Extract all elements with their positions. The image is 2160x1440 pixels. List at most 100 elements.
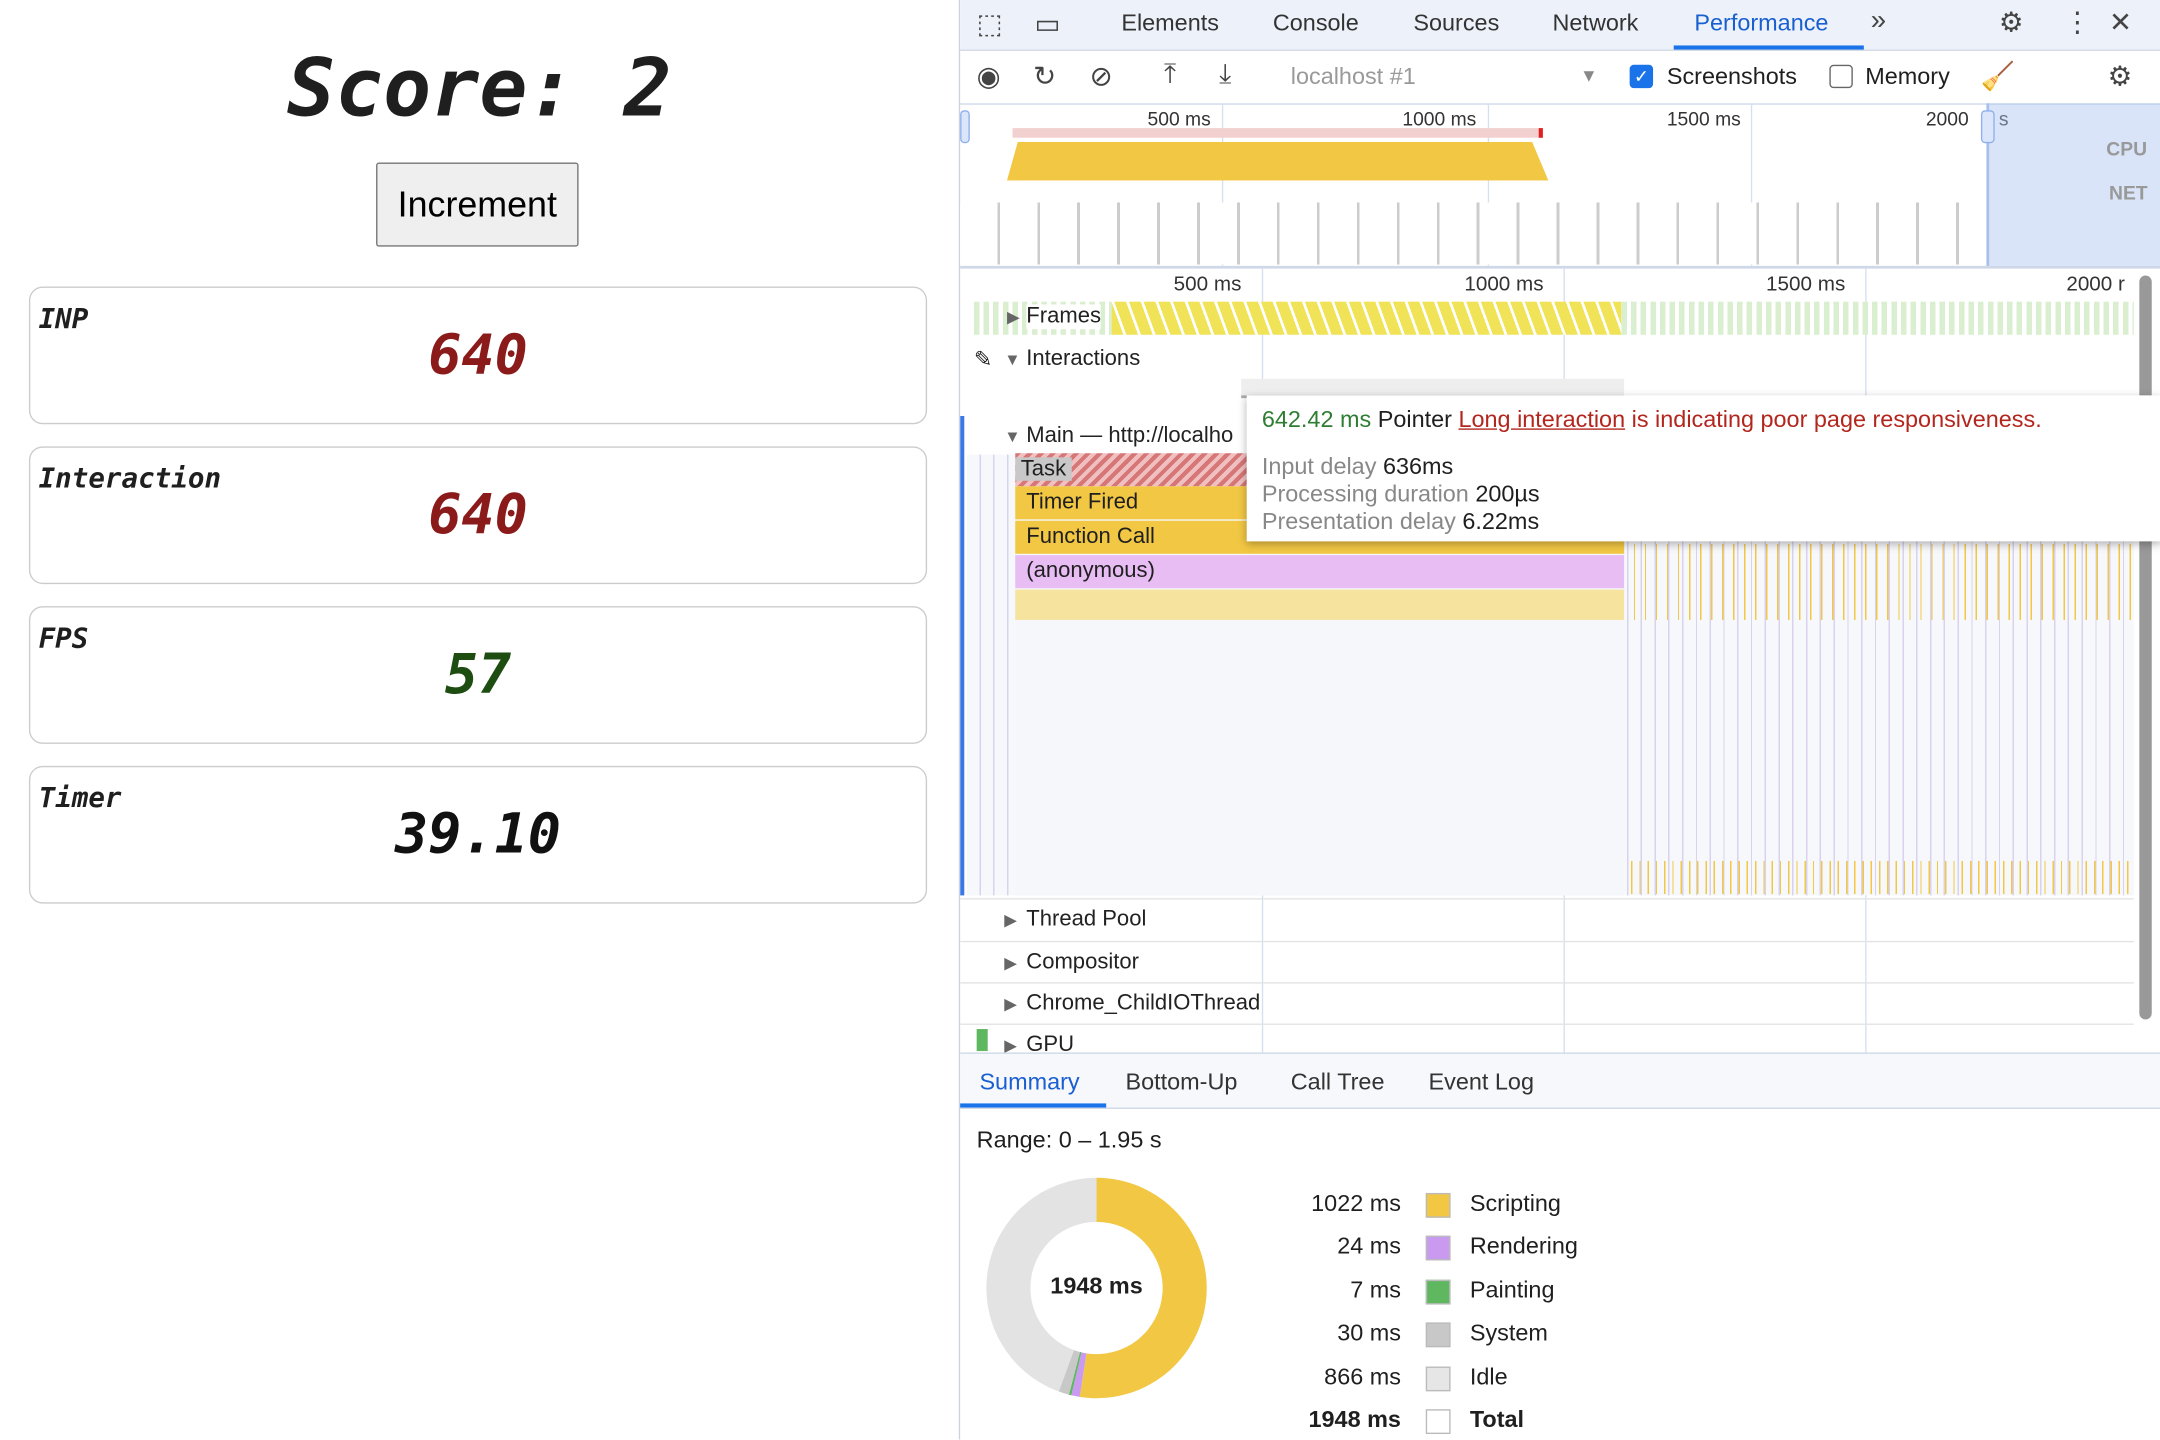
tab-performance[interactable]: Performance [1694, 10, 1828, 38]
chevron-down-icon[interactable]: ▼ [1580, 65, 1598, 86]
pencil-icon[interactable]: ✎ [974, 346, 992, 374]
details-tab-bar: Summary Bottom-Up Call Tree Event Log [960, 1052, 2160, 1109]
legend-name: Scripting [1469, 1190, 1561, 1217]
broom-icon[interactable]: 🧹 [1981, 59, 2015, 93]
upload-icon[interactable]: ⤒ [1164, 59, 1176, 91]
timer-card: Timer 39.10 [28, 765, 928, 904]
tooltip-message: is indicating poor page responsiveness. [1631, 406, 2042, 433]
timeline-tick: 2000 r [2066, 272, 2125, 297]
active-tab-indicator [1673, 45, 1864, 50]
card-value: 640 [428, 483, 528, 547]
tab-event-log[interactable]: Event Log [1429, 1069, 1534, 1097]
collapse-triangle-icon[interactable]: ▼ [1004, 427, 1020, 446]
vertical-scrollbar[interactable] [2139, 275, 2152, 1020]
legend-row-total: 1948 ms Total [1277, 1406, 1690, 1439]
download-icon[interactable]: ⤓ [1219, 59, 1231, 91]
card-value: 39.10 [395, 803, 561, 867]
tab-elements[interactable]: Elements [1121, 10, 1219, 38]
flame-event-anonymous[interactable]: (anonymous) [1015, 555, 1625, 589]
screenshot-strip [960, 202, 1987, 265]
overview-tick: 1500 ms [1666, 107, 1741, 130]
frames-track[interactable]: Frames [1026, 304, 1101, 330]
legend-value: 30 ms [1337, 1319, 1401, 1347]
legend-swatch [1425, 1279, 1451, 1305]
device-toolbar-icon[interactable]: ▭ [1035, 7, 1061, 41]
screenshots-label: Screenshots [1666, 63, 1798, 90]
long-interaction-link[interactable]: Long interaction [1458, 406, 1625, 432]
legend-row-system: 30 ms System [1277, 1320, 1690, 1353]
kebab-menu-icon[interactable]: ⋮ [2064, 6, 2092, 40]
tab-network[interactable]: Network [1552, 10, 1638, 38]
cpu-chart [1006, 141, 1549, 181]
range-label: Range: 0 – 1.95 s [976, 1126, 1162, 1154]
compositor-track[interactable]: Compositor [1026, 951, 1139, 976]
screenshots-checkbox[interactable]: ✓ [1629, 64, 1654, 89]
legend-swatch [1425, 1409, 1451, 1435]
legend-row-rendering: 24 ms Rendering [1277, 1233, 1690, 1266]
overview-tick: 1000 ms [1402, 107, 1477, 130]
legend-swatch [1425, 1322, 1451, 1348]
legend-value: 866 ms [1324, 1363, 1401, 1390]
dropped-frames [1111, 301, 1622, 335]
memory-checkbox[interactable] [1829, 64, 1853, 89]
gpu-track[interactable]: GPU [1026, 1033, 1074, 1052]
collapse-triangle-icon[interactable]: ▼ [1004, 350, 1020, 369]
legend-name: Painting [1469, 1276, 1555, 1303]
tooltip-type: Pointer [1377, 406, 1452, 433]
legend-row-painting: 7 ms Painting [1277, 1277, 1690, 1310]
legend-name: System [1469, 1319, 1548, 1347]
expand-triangle-icon[interactable]: ▶ [1004, 911, 1017, 930]
donut-total-label: 1948 ms [1050, 1272, 1143, 1300]
expand-triangle-icon[interactable]: ▶ [1007, 307, 1020, 326]
tooltip-row-value: 6.22ms [1462, 508, 1540, 535]
timeline-tick: 500 ms [1173, 272, 1242, 297]
reload-record-icon[interactable]: ↻ [1033, 59, 1056, 93]
tab-bottom-up[interactable]: Bottom-Up [1125, 1069, 1237, 1097]
main-track[interactable]: Main — http://localho [1026, 424, 1233, 449]
legend-value: 24 ms [1337, 1233, 1401, 1260]
legend-name: Rendering [1469, 1233, 1578, 1260]
close-icon[interactable]: ✕ [2109, 6, 2132, 40]
legend-swatch [1425, 1236, 1451, 1261]
gear-icon[interactable]: ⚙ [1999, 6, 2024, 40]
active-tab-indicator [960, 1103, 1107, 1108]
card-value: 640 [428, 323, 528, 388]
interactions-track[interactable]: Interactions [1026, 347, 1140, 372]
tooltip-duration: 642.42 ms [1261, 406, 1372, 433]
clear-icon[interactable]: ⊘ [1090, 59, 1113, 93]
range-handle[interactable] [960, 110, 970, 144]
expand-triangle-icon[interactable]: ▶ [1004, 1036, 1017, 1053]
capture-settings-gear-icon[interactable]: ⚙ [2108, 59, 2133, 93]
target-select[interactable]: localhost #1 [1291, 63, 1416, 91]
overview-tick: 500 ms [1147, 107, 1211, 130]
thread-pool-track[interactable]: Thread Pool [1026, 908, 1146, 933]
tooltip-row-value: 200µs [1475, 480, 1540, 507]
tab-sources[interactable]: Sources [1413, 10, 1499, 38]
flame-event-task[interactable]: Task [1015, 453, 1250, 487]
score-heading: Score: 2 [286, 41, 672, 135]
timeline-overview[interactable]: 500 ms 1000 ms 1500 ms 2000 s CPU NET [960, 103, 2160, 269]
increment-button[interactable]: Increment [376, 162, 579, 247]
tab-summary[interactable]: Summary [979, 1069, 1079, 1097]
long-interaction-marker [1012, 128, 1543, 138]
expand-triangle-icon[interactable]: ▶ [1004, 953, 1017, 972]
tooltip-row-value: 636ms [1382, 453, 1454, 480]
record-icon[interactable]: ◉ [977, 59, 1001, 93]
legend-value: 7 ms [1350, 1276, 1401, 1303]
flame-chart[interactable]: 500 ms 1000 ms 1500 ms 2000 r ▶ Frames ✎… [960, 268, 2160, 1053]
timeline-tick: 1000 ms [1464, 272, 1544, 297]
legend-row-scripting: 1022 ms Scripting [1277, 1190, 1690, 1223]
range-handle[interactable] [1980, 110, 1995, 144]
legend-swatch [1425, 1192, 1451, 1218]
devtools-panel: ⬚ ▭ Elements Console Sources Network Per… [958, 0, 2160, 1440]
io-thread-track[interactable]: Chrome_ChildIOThread [1026, 992, 1260, 1017]
expand-triangle-icon[interactable]: ▶ [1004, 995, 1017, 1014]
overview-tick: 2000 [1925, 107, 1969, 130]
inspect-element-icon[interactable]: ⬚ [977, 7, 1003, 41]
tab-console[interactable]: Console [1273, 10, 1359, 38]
chevron-double-right-icon[interactable]: » [1871, 6, 1886, 38]
interaction-tooltip: 642.42 ms Pointer Long interaction is in… [1246, 395, 2160, 542]
tab-call-tree[interactable]: Call Tree [1291, 1069, 1385, 1097]
timeline-tick: 1500 ms [1766, 272, 1846, 297]
inp-card: INP 640 [28, 286, 928, 425]
